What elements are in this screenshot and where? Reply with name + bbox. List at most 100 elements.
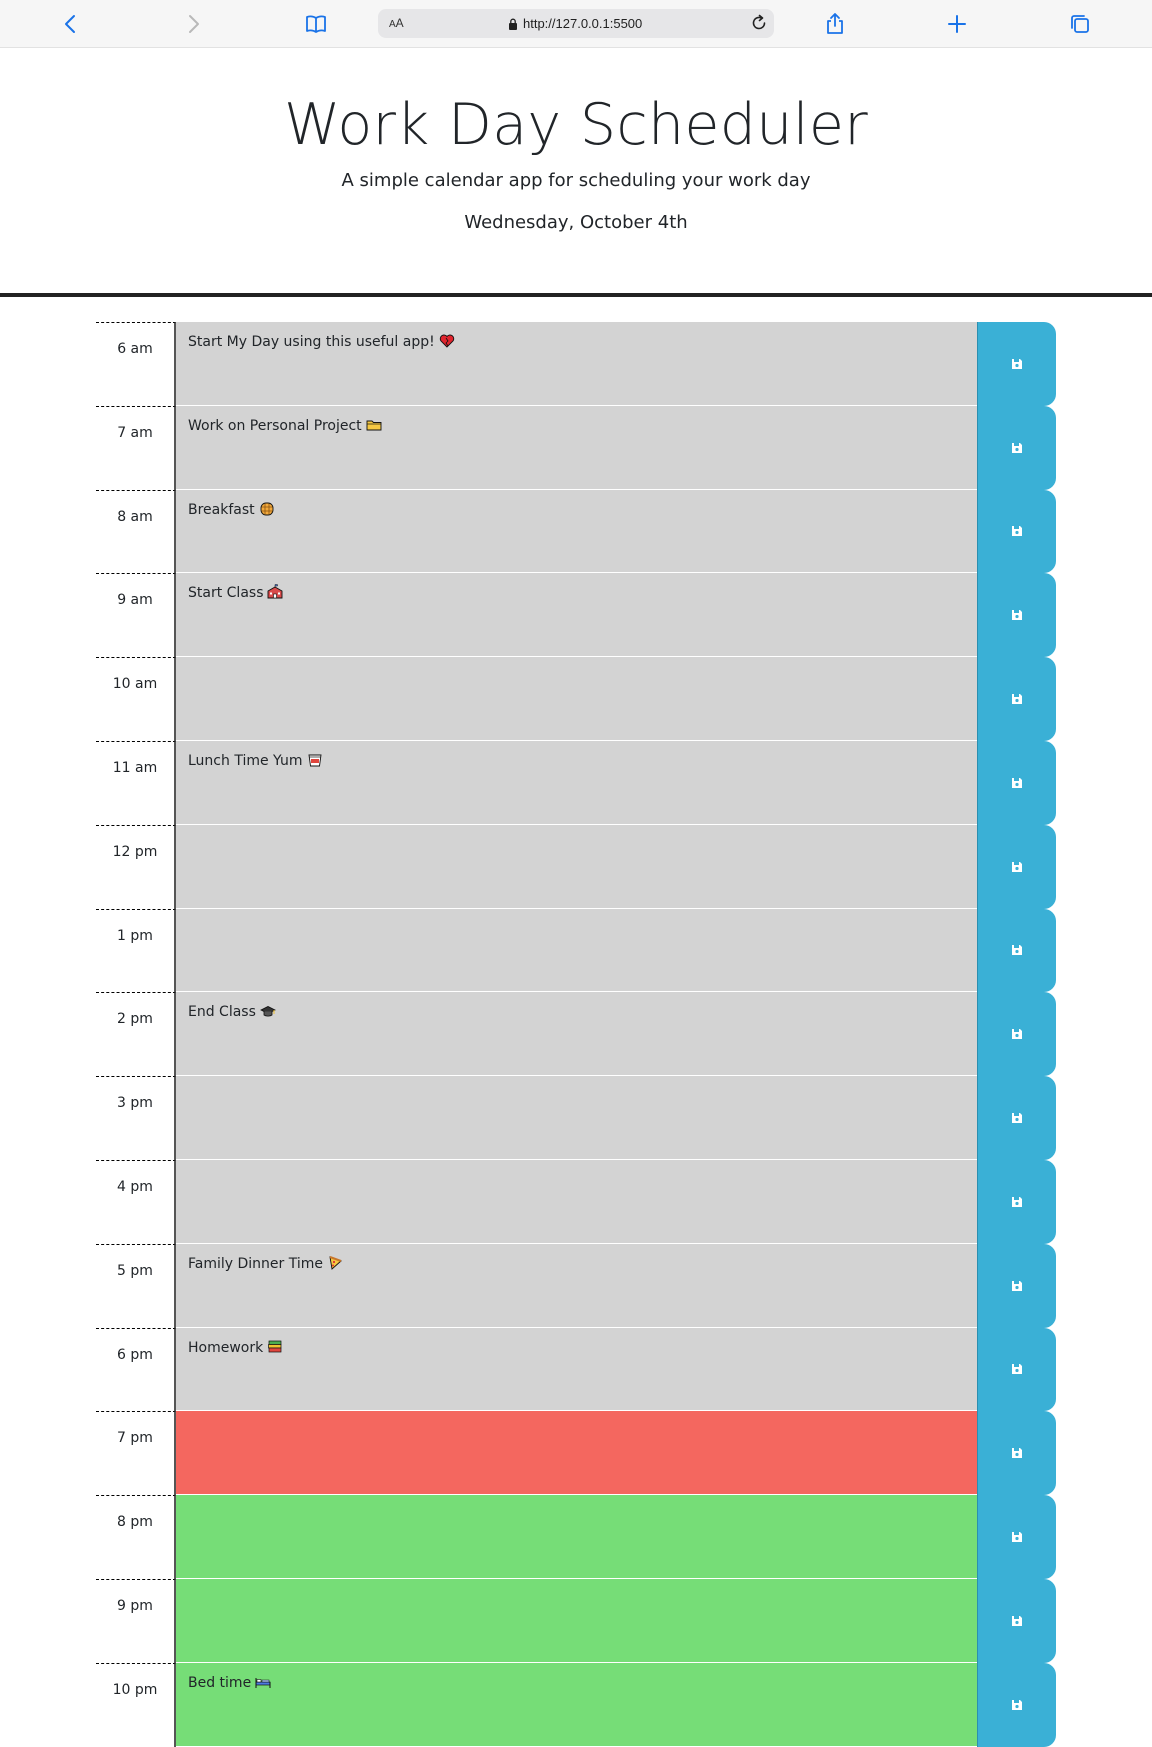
bookmarks-icon[interactable]: [300, 8, 332, 40]
time-block-row: 3 pm: [96, 1076, 1056, 1160]
url-text: http://127.0.0.1:5500: [523, 16, 643, 31]
event-text: Start Class: [188, 585, 264, 602]
hour-label: 8 pm: [96, 1495, 176, 1579]
event-description-field[interactable]: End Class: [176, 992, 978, 1077]
folder-icon: [366, 417, 382, 433]
save-icon: [1011, 1531, 1023, 1543]
heart-icon: [439, 333, 455, 349]
save-icon: [1011, 1699, 1023, 1711]
time-block-row: 10 pm Bed time: [96, 1662, 1056, 1747]
save-button[interactable]: [977, 657, 1056, 741]
save-button[interactable]: [977, 1327, 1056, 1412]
event-description-field[interactable]: Family Dinner Time: [176, 1243, 978, 1328]
save-icon: [1011, 1615, 1023, 1627]
event-text: Lunch Time Yum: [188, 752, 303, 769]
save-icon: [1011, 944, 1023, 956]
save-button[interactable]: [977, 1662, 1056, 1747]
save-button[interactable]: [977, 405, 1056, 490]
books-icon: [267, 1339, 283, 1355]
hour-label: 6 pm: [96, 1327, 176, 1412]
event-description-field[interactable]: [176, 1411, 978, 1496]
time-block-row: 7 am Work on Personal Project: [96, 405, 1056, 490]
save-icon: [1011, 1196, 1023, 1208]
save-button[interactable]: [977, 1411, 1056, 1496]
event-description-field[interactable]: Homework: [176, 1327, 978, 1412]
save-button[interactable]: [977, 824, 1056, 909]
hour-label: 2 pm: [96, 992, 176, 1077]
save-button[interactable]: [977, 740, 1056, 825]
pizza-icon: [327, 1255, 343, 1271]
save-icon: [1011, 609, 1023, 621]
takeout-box-icon: [307, 752, 323, 768]
save-button[interactable]: [977, 1578, 1056, 1663]
save-button[interactable]: [977, 1076, 1056, 1160]
save-icon: [1011, 1363, 1023, 1375]
address-bar[interactable]: AA http://127.0.0.1:5500: [378, 9, 774, 38]
graduation-cap-icon: [259, 1003, 276, 1019]
save-icon: [1011, 358, 1023, 370]
time-block-row: 8 pm: [96, 1495, 1056, 1579]
event-description-field[interactable]: [176, 1578, 978, 1663]
event-description-field[interactable]: Breakfast: [176, 489, 978, 574]
event-description-field[interactable]: Lunch Time Yum: [176, 740, 978, 825]
save-button[interactable]: [977, 992, 1056, 1077]
save-button[interactable]: [977, 908, 1056, 993]
event-description-field[interactable]: [176, 824, 978, 909]
event-description-field[interactable]: Start My Day using this useful app!: [176, 322, 978, 406]
time-block-row: 6 pm Homework: [96, 1327, 1056, 1412]
share-icon[interactable]: [819, 8, 851, 40]
event-text: Work on Personal Project: [188, 417, 362, 434]
hour-label: 4 pm: [96, 1159, 176, 1244]
save-icon: [1011, 777, 1023, 789]
event-description-field[interactable]: [176, 657, 978, 741]
save-button[interactable]: [977, 1495, 1056, 1579]
browser-toolbar: AA http://127.0.0.1:5500: [0, 0, 1152, 48]
waffle-icon: [259, 501, 275, 517]
event-description-field[interactable]: [176, 908, 978, 993]
time-block-row: 9 pm: [96, 1578, 1056, 1663]
time-block-row: 10 am: [96, 657, 1056, 741]
save-icon: [1011, 861, 1023, 873]
forward-icon[interactable]: [177, 8, 209, 40]
hour-label: 1 pm: [96, 908, 176, 993]
back-icon[interactable]: [55, 8, 87, 40]
save-icon: [1011, 1112, 1023, 1124]
save-button[interactable]: [977, 1159, 1056, 1244]
hour-label: 7 am: [96, 405, 176, 490]
event-description-field[interactable]: [176, 1495, 978, 1579]
header-jumbotron: Work Day Scheduler A simple calendar app…: [0, 48, 1152, 297]
save-icon: [1011, 1028, 1023, 1040]
tabs-overview-icon[interactable]: [1064, 8, 1096, 40]
reader-text-size-button[interactable]: AA: [389, 16, 404, 30]
time-block-row: 4 pm: [96, 1159, 1056, 1244]
event-description-field[interactable]: [176, 1076, 978, 1160]
school-icon: [267, 584, 283, 600]
hour-label: 3 pm: [96, 1076, 176, 1160]
save-icon: [1011, 1447, 1023, 1459]
current-day: Wednesday, October 4th: [464, 212, 688, 233]
new-tab-icon[interactable]: [941, 8, 973, 40]
event-text: End Class: [188, 1004, 256, 1021]
time-block-row: 2 pm End Class: [96, 992, 1056, 1077]
save-button[interactable]: [977, 1243, 1056, 1328]
save-button[interactable]: [977, 489, 1056, 574]
schedule-container: 6 am Start My Day using this useful app! 7…: [96, 322, 1056, 1747]
event-text: Family Dinner Time: [188, 1255, 323, 1272]
event-description-field[interactable]: Bed time: [176, 1662, 978, 1747]
page-subtitle: A simple calendar app for scheduling you…: [341, 170, 811, 191]
event-description-field[interactable]: [176, 1159, 978, 1244]
save-icon: [1011, 693, 1023, 705]
reload-icon[interactable]: [748, 12, 770, 34]
event-description-field[interactable]: Start Class: [176, 573, 978, 658]
lock-icon: [508, 18, 518, 30]
url-display[interactable]: http://127.0.0.1:5500: [508, 16, 642, 31]
save-button[interactable]: [977, 573, 1056, 658]
hour-label: 8 am: [96, 489, 176, 574]
save-button[interactable]: [977, 322, 1056, 406]
save-icon: [1011, 1280, 1023, 1292]
event-description-field[interactable]: Work on Personal Project: [176, 405, 978, 490]
hour-label: 9 pm: [96, 1578, 176, 1663]
event-text: Bed time: [188, 1674, 252, 1691]
event-text: Start My Day using this useful app!: [188, 334, 435, 350]
page-title: Work Day Scheduler: [284, 92, 868, 158]
